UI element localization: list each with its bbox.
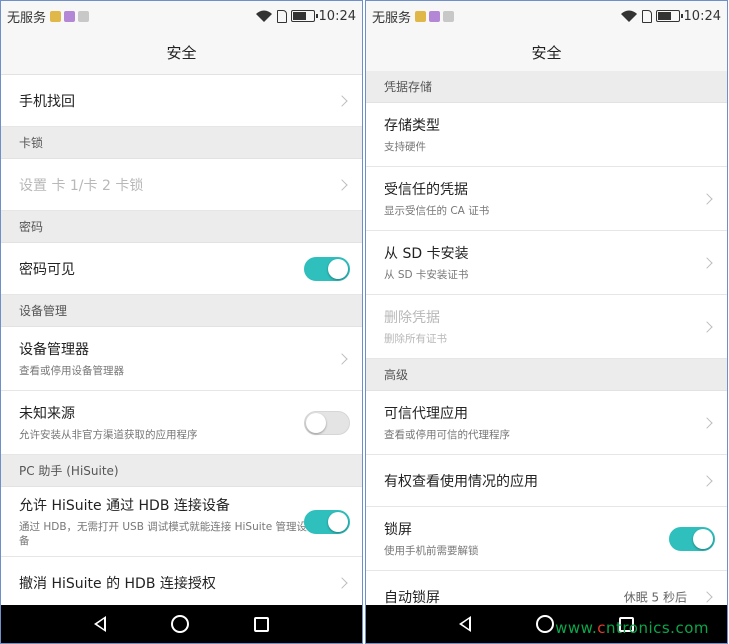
battery-icon (655, 10, 683, 22)
notification-icon (415, 10, 427, 22)
row-subtitle: 删除所有证书 (384, 333, 447, 345)
watermark: www.cntronics.com (555, 619, 709, 637)
wifi-icon (620, 10, 637, 22)
toggle-switch[interactable] (304, 410, 350, 435)
section-header: PC 助手 (HiSuite) (1, 455, 362, 487)
row-title: 设备管理器 (19, 342, 89, 358)
app-notification-icon (64, 10, 76, 22)
chevron-right-icon (701, 416, 713, 429)
status-bar: 无服务 10:24 (366, 1, 727, 31)
row-title: 未知来源 (19, 406, 75, 422)
battery-icon (290, 10, 318, 22)
settings-row[interactable]: 可信代理应用查看或停用可信的代理程序 (366, 391, 727, 455)
toggle-knob (328, 258, 348, 279)
clock: 10:24 (318, 8, 356, 24)
chevron-right-icon (701, 192, 713, 205)
chevron-right-icon (701, 590, 713, 603)
settings-row[interactable]: 锁屏使用手机前需要解锁 (366, 507, 727, 571)
home-icon[interactable] (170, 615, 189, 633)
section-header: 密码 (1, 211, 362, 243)
warning-icon (78, 10, 90, 22)
wifi-icon (255, 10, 272, 22)
status-bar: 无服务 10:24 (1, 1, 362, 31)
settings-row[interactable]: 手机找回 (1, 75, 362, 127)
section-header: 凭据存储 (366, 71, 727, 103)
row-subtitle: 使用手机前需要解锁 (384, 545, 479, 557)
toggle-switch[interactable] (304, 256, 350, 281)
section-header: 设备管理 (1, 295, 362, 327)
settings-row[interactable]: 允许 HiSuite 通过 HDB 连接设备通过 HDB，无需打开 USB 调试… (1, 487, 362, 557)
settings-row[interactable]: 撤消 HiSuite 的 HDB 连接授权 (1, 557, 362, 605)
row-title: 允许 HiSuite 通过 HDB 连接设备 (19, 498, 230, 514)
settings-row[interactable]: 设备管理器查看或停用设备管理器 (1, 327, 362, 391)
row-subtitle: 查看或停用设备管理器 (19, 365, 124, 377)
section-header: 高级 (366, 359, 727, 391)
row-title: 删除凭据 (384, 310, 440, 326)
toggle-knob (693, 528, 713, 549)
row-subtitle: 通过 HDB，无需打开 USB 调试模式就能连接 HiSuite 管理设备 (19, 521, 308, 547)
clock: 10:24 (683, 8, 721, 24)
page-title: 安全 (1, 31, 362, 75)
right-phone-screen: 无服务 10:24 安全 凭据存储存储类型支持硬件受信任的凭据显示受信任的 CA… (365, 0, 728, 644)
chevron-right-icon (336, 352, 348, 365)
toggle-knob (306, 412, 326, 433)
row-title: 撤消 HiSuite 的 HDB 连接授权 (19, 575, 216, 592)
row-title: 锁屏 (384, 522, 412, 538)
warning-icon (443, 10, 455, 22)
navigation-bar (1, 605, 362, 643)
row-value: 休眠 5 秒后 (623, 590, 687, 604)
settings-row[interactable]: 密码可见 (1, 243, 362, 295)
carrier-label: 无服务 (7, 10, 47, 26)
settings-row[interactable]: 有权查看使用情况的应用 (366, 455, 727, 507)
settings-row[interactable]: 自动锁屏 休眠 5 秒后 (366, 571, 727, 605)
section-header: 卡锁 (1, 127, 362, 159)
row-title: 设置 卡 1/卡 2 卡锁 (19, 177, 144, 194)
row-subtitle: 从 SD 卡安装证书 (384, 269, 469, 281)
row-title: 手机找回 (19, 93, 75, 110)
app-notification-icon (429, 10, 441, 22)
page-title: 安全 (366, 31, 727, 75)
row-title: 受信任的凭据 (384, 182, 468, 198)
sim-card-icon (276, 9, 287, 23)
settings-list: 凭据存储 存储类型 支持硬件 受信任的凭据 显示受信任的 CA 证书从 SD 卡安装从 … (366, 71, 727, 605)
settings-row[interactable]: 受信任的凭据显示受信任的 CA 证书 (366, 167, 727, 231)
row-title: 可信代理应用 (384, 406, 468, 422)
row-subtitle: 支持硬件 (384, 141, 426, 153)
chevron-right-icon (336, 178, 348, 191)
row-title: 密码可见 (19, 261, 75, 278)
chevron-right-icon (701, 256, 713, 269)
row-subtitle: 允许安装从非官方渠道获取的应用程序 (19, 429, 198, 441)
recent-apps-icon[interactable] (254, 616, 270, 632)
notification-icon (50, 10, 62, 22)
back-icon[interactable] (458, 616, 471, 632)
toggle-knob (328, 511, 348, 532)
carrier-label: 无服务 (372, 10, 412, 26)
left-phone-screen: 无服务 10:24 安全 手机找回卡锁设置 卡 1/卡 2 卡锁密码密码可见设备… (0, 0, 363, 644)
chevron-right-icon (336, 576, 348, 589)
home-icon[interactable] (535, 615, 554, 633)
settings-row: 设置 卡 1/卡 2 卡锁 (1, 159, 362, 211)
settings-row[interactable]: 未知来源允许安装从非官方渠道获取的应用程序 (1, 391, 362, 455)
toggle-switch[interactable] (669, 526, 715, 551)
settings-list: 手机找回卡锁设置 卡 1/卡 2 卡锁密码密码可见设备管理设备管理器查看或停用设… (1, 75, 362, 605)
row-title: 存储类型 (384, 118, 440, 134)
settings-row[interactable]: 存储类型 支持硬件 (366, 103, 727, 167)
row-title: 有权查看使用情况的应用 (384, 473, 538, 490)
chevron-right-icon (701, 320, 713, 333)
chevron-right-icon (336, 94, 348, 107)
chevron-right-icon (701, 474, 713, 487)
sim-card-icon (641, 9, 652, 23)
row-title: 从 SD 卡安装 (384, 246, 469, 262)
settings-row[interactable]: 从 SD 卡安装从 SD 卡安装证书 (366, 231, 727, 295)
settings-row: 删除凭据删除所有证书 (366, 295, 727, 359)
toggle-switch[interactable] (304, 509, 350, 534)
row-subtitle: 显示受信任的 CA 证书 (384, 205, 490, 217)
back-icon[interactable] (93, 616, 106, 632)
row-subtitle: 查看或停用可信的代理程序 (384, 429, 510, 441)
